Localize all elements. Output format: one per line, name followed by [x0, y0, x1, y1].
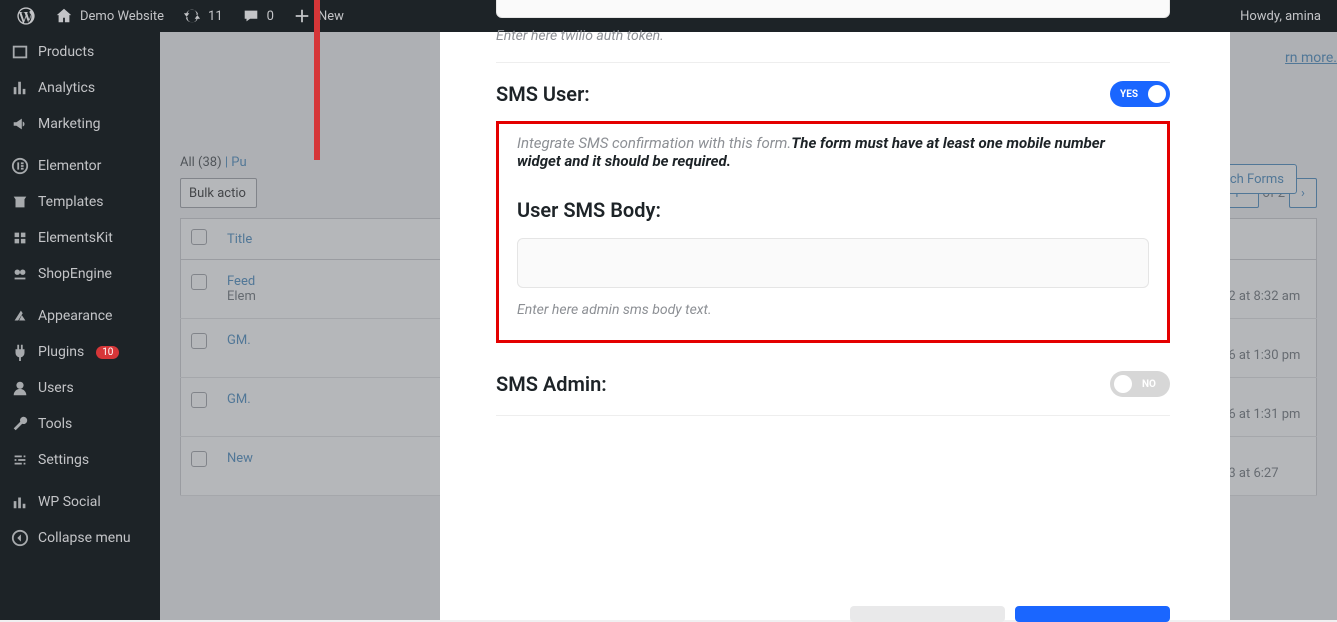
site-name[interactable]: Demo Website [46, 0, 172, 32]
wp-logo[interactable] [8, 0, 44, 32]
sms-user-label: SMS User: [496, 82, 590, 106]
menu-label: Collapse menu [38, 530, 131, 546]
menu-label: Settings [38, 452, 89, 468]
auth-token-hint: Enter here twilio auth token. [496, 28, 1170, 44]
new-label: New [318, 9, 344, 24]
tools-icon [10, 414, 30, 434]
se-icon [10, 264, 30, 284]
menu-item-products[interactable]: Products [0, 34, 160, 70]
home-icon [54, 6, 74, 26]
menu-label: WP Social [38, 494, 101, 510]
plus-icon [292, 6, 312, 26]
menu-item-templates[interactable]: Templates [0, 184, 160, 220]
menu-item-analytics[interactable]: Analytics [0, 70, 160, 106]
menu-item-marketing[interactable]: Marketing [0, 106, 160, 142]
site-name-label: Demo Website [80, 9, 164, 24]
menu-label: Appearance [38, 308, 112, 324]
analytics-icon [10, 78, 30, 98]
menu-label: Marketing [38, 116, 101, 132]
sms-admin-toggle[interactable]: NO [1110, 371, 1170, 397]
appearance-icon [10, 306, 30, 326]
ek-icon [10, 228, 30, 248]
toggle-yes-label: YES [1120, 89, 1138, 100]
menu-item-plugins[interactable]: Plugins 10 [0, 334, 160, 370]
menu-label: Users [38, 380, 74, 396]
wordpress-icon [16, 6, 36, 26]
updates[interactable]: 11 [174, 0, 231, 32]
sms-admin-label: SMS Admin: [496, 372, 607, 396]
menu-label: Products [38, 44, 94, 60]
howdy-label: Howdy, amina [1240, 9, 1321, 24]
collapse-icon [10, 528, 30, 548]
user-sms-body-input[interactable] [517, 238, 1149, 288]
admin-menu: Products Analytics Marketing Elementor Templ… [0, 32, 160, 620]
user-sms-body-hint: Enter here admin sms body text. [517, 302, 1149, 318]
menu-item-users[interactable]: Users [0, 370, 160, 406]
highlight-callout: Integrate SMS confirmation with this for… [496, 121, 1170, 343]
menu-item-tools[interactable]: Tools [0, 406, 160, 442]
menu-label: Plugins [38, 344, 84, 360]
product-icon [10, 42, 30, 62]
comment-icon [241, 6, 261, 26]
menu-label: Analytics [38, 80, 95, 96]
modal-overlay: Enter here twilio auth token. SMS User: … [160, 32, 1337, 620]
comments-count: 0 [267, 9, 274, 24]
settings-modal: Enter here twilio auth token. SMS User: … [440, 32, 1230, 620]
users-icon [10, 378, 30, 398]
menu-item-settings[interactable]: Settings [0, 442, 160, 478]
templates-icon [10, 192, 30, 212]
user-sms-body-label: User SMS Body: [517, 198, 1149, 222]
elementor-icon [10, 156, 30, 176]
sms-user-description: Integrate SMS confirmation with this for… [517, 134, 1149, 170]
toggle-no-label: NO [1142, 379, 1156, 390]
menu-label: Elementor [38, 158, 101, 174]
updates-count: 11 [208, 9, 223, 24]
plugins-icon [10, 342, 30, 362]
menu-item-appearance[interactable]: Appearance [0, 298, 160, 334]
menu-item-shopengine[interactable]: ShopEngine [0, 256, 160, 292]
menu-label: ShopEngine [38, 266, 112, 282]
howdy[interactable]: Howdy, amina [1232, 0, 1329, 32]
auth-token-input[interactable] [496, 0, 1170, 18]
menu-item-collapse-menu[interactable]: Collapse menu [0, 520, 160, 556]
menu-item-elementor[interactable]: Elementor [0, 148, 160, 184]
menu-label: Templates [38, 194, 104, 210]
menu-item-elementskit[interactable]: ElementsKit [0, 220, 160, 256]
modal-accent-bar [314, 0, 320, 160]
sms-user-toggle[interactable]: YES [1110, 81, 1170, 107]
menu-item-wp-social[interactable]: WP Social [0, 484, 160, 520]
marketing-icon [10, 114, 30, 134]
badge: 10 [96, 346, 119, 359]
wpsocial-icon [10, 492, 30, 512]
update-icon [182, 6, 202, 26]
settings-icon [10, 450, 30, 470]
menu-label: ElementsKit [38, 230, 113, 246]
menu-label: Tools [38, 416, 72, 432]
comments[interactable]: 0 [233, 0, 282, 32]
